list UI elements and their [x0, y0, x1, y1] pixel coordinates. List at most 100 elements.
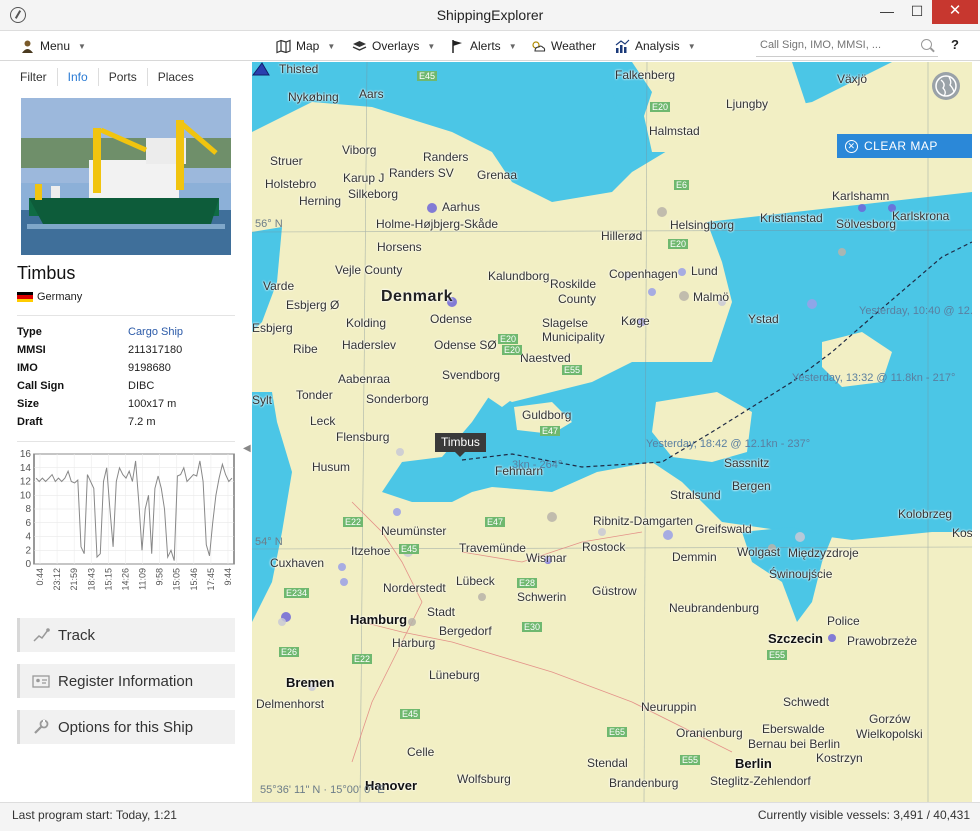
chart-y-tick: 0 — [25, 559, 31, 570]
road-label: E45 — [399, 544, 420, 554]
vessel-marker[interactable] — [648, 288, 656, 296]
map-city-label: Kalundborg — [488, 269, 550, 283]
tab-info[interactable]: Info — [58, 68, 99, 86]
vessel-marker[interactable] — [478, 593, 486, 601]
ship-options-label: Options for this Ship — [58, 718, 194, 736]
road-label: E55 — [562, 365, 583, 375]
info-key: MMSI — [17, 344, 46, 356]
map-city-label: Holstebro — [265, 177, 317, 191]
chart-x-tick: 18:43 — [86, 568, 96, 591]
map-city-label: Varde — [263, 279, 295, 293]
vessel-marker[interactable] — [393, 508, 401, 516]
chart-x-tick: 23:12 — [52, 568, 62, 591]
ship-options-button[interactable]: Options for this Ship — [17, 710, 235, 744]
map-city-label: Travemünde — [459, 541, 526, 555]
map-city-label: Grenaa — [477, 168, 518, 182]
tab-ports[interactable]: Ports — [99, 68, 148, 86]
ship-type-link[interactable]: Cargo Ship — [128, 326, 183, 338]
map-city-label: Karlskrona — [892, 209, 950, 223]
vessel-marker[interactable] — [858, 204, 866, 212]
map-city-label: Halmstad — [649, 124, 700, 138]
track-point-label: Yesterday, 10:40 @ 12.1 — [859, 305, 972, 317]
selected-ship-icon[interactable] — [252, 62, 270, 76]
selected-ship-tag[interactable]: Timbus — [435, 433, 486, 457]
window-title: ShippingExplorer — [436, 7, 544, 23]
id-card-icon — [32, 675, 50, 688]
chart-y-tick: 14 — [20, 463, 32, 474]
road-label: E30 — [522, 622, 543, 632]
info-row-type: Type Cargo Ship — [17, 326, 237, 342]
search-icon[interactable] — [921, 39, 932, 50]
weather-icon — [532, 40, 546, 52]
register-information-button[interactable]: Register Information — [17, 664, 235, 698]
vessel-marker[interactable] — [838, 248, 846, 256]
map-city-label: Celle — [407, 745, 435, 759]
globe-icon[interactable] — [932, 72, 960, 100]
map-city-label: Międzyzdroje — [788, 546, 859, 560]
vessel-marker[interactable] — [678, 268, 686, 276]
vessel-marker[interactable] — [427, 203, 437, 213]
map-view[interactable]: Denmark Thisted Falkenberg Växjö Aars Nykøbin… — [252, 62, 972, 802]
map-city-label: Växjö — [837, 72, 868, 86]
chart-x-tick: 15:46 — [189, 568, 199, 591]
overlays-button[interactable]: Overlays ▼ — [352, 37, 435, 55]
map-city-label: Køge — [621, 314, 650, 328]
map-city-label: Stendal — [587, 756, 628, 770]
chevron-down-icon: ▼ — [327, 41, 336, 51]
road-label: E20 — [502, 345, 523, 355]
close-circle-icon: ✕ — [845, 139, 858, 153]
menu-button[interactable]: Menu ▼ — [20, 37, 86, 55]
ship-name: Timbus — [17, 263, 76, 283]
user-icon — [22, 40, 33, 53]
map-city-label: Wolgast — [737, 545, 781, 559]
vessel-marker[interactable] — [547, 512, 557, 522]
road-label: E47 — [540, 426, 561, 436]
analysis-button[interactable]: Analysis ▼ — [615, 37, 696, 55]
info-value: 100x17 m — [128, 398, 177, 410]
info-key: Size — [17, 398, 40, 410]
map-city-label: Flensburg — [336, 430, 390, 444]
search-input[interactable] — [756, 35, 914, 55]
collapse-panel-icon[interactable]: ◀ — [243, 443, 251, 454]
vessel-marker[interactable] — [663, 530, 673, 540]
vessel-marker[interactable] — [340, 578, 348, 586]
vessel-marker[interactable] — [338, 563, 346, 571]
vessel-marker[interactable] — [657, 207, 667, 217]
map-city-label: Norderstedt — [383, 581, 446, 595]
map-city-label: Kolding — [346, 316, 387, 330]
help-button[interactable]: ? — [946, 37, 964, 55]
road-label: E65 — [607, 727, 628, 737]
vessel-marker[interactable] — [795, 532, 805, 542]
minimize-button[interactable]: — — [872, 0, 902, 24]
track-button[interactable]: Track — [17, 618, 235, 652]
alerts-button[interactable]: Alerts ▼ — [450, 37, 517, 55]
info-value: 211317180 — [128, 344, 183, 356]
clear-map-button[interactable]: ✕ CLEAR MAP — [837, 134, 972, 158]
vessel-marker[interactable] — [408, 618, 416, 626]
map-city-label: Naestved — [520, 351, 571, 365]
tab-places[interactable]: Places — [148, 68, 204, 86]
vessel-marker[interactable] — [828, 634, 836, 642]
maximize-button[interactable]: ☐ — [902, 0, 932, 24]
chevron-down-icon: ▼ — [427, 41, 436, 51]
vessel-marker[interactable] — [679, 291, 689, 301]
map-city-label: Kostrzyn — [816, 751, 863, 765]
map-city-label: Ystad — [748, 312, 779, 326]
map-button[interactable]: Map ▼ — [276, 37, 335, 55]
map-city-label: Holme-Højbjerg-Skåde — [376, 217, 499, 231]
weather-button[interactable]: Weather — [531, 37, 596, 55]
vessel-marker[interactable] — [278, 618, 286, 626]
vessel-marker[interactable] — [396, 448, 404, 456]
road-label: E20 — [650, 102, 671, 112]
vessel-marker[interactable] — [807, 299, 817, 309]
map-city-label: Horsens — [377, 240, 422, 254]
close-button[interactable]: ✕ — [932, 0, 978, 24]
chart-x-tick: 0:44 — [35, 568, 45, 586]
tab-filter[interactable]: Filter — [10, 68, 58, 86]
map-city-label: Hamburg — [350, 612, 408, 627]
info-value: DIBC — [128, 380, 155, 392]
info-row-call-sign: Call Sign DIBC — [17, 380, 237, 396]
vessel-marker[interactable] — [598, 528, 606, 536]
chart-y-tick: 2 — [25, 545, 31, 556]
visible-vessels-status: Currently visible vessels: 3,491 / 40,43… — [757, 808, 970, 822]
